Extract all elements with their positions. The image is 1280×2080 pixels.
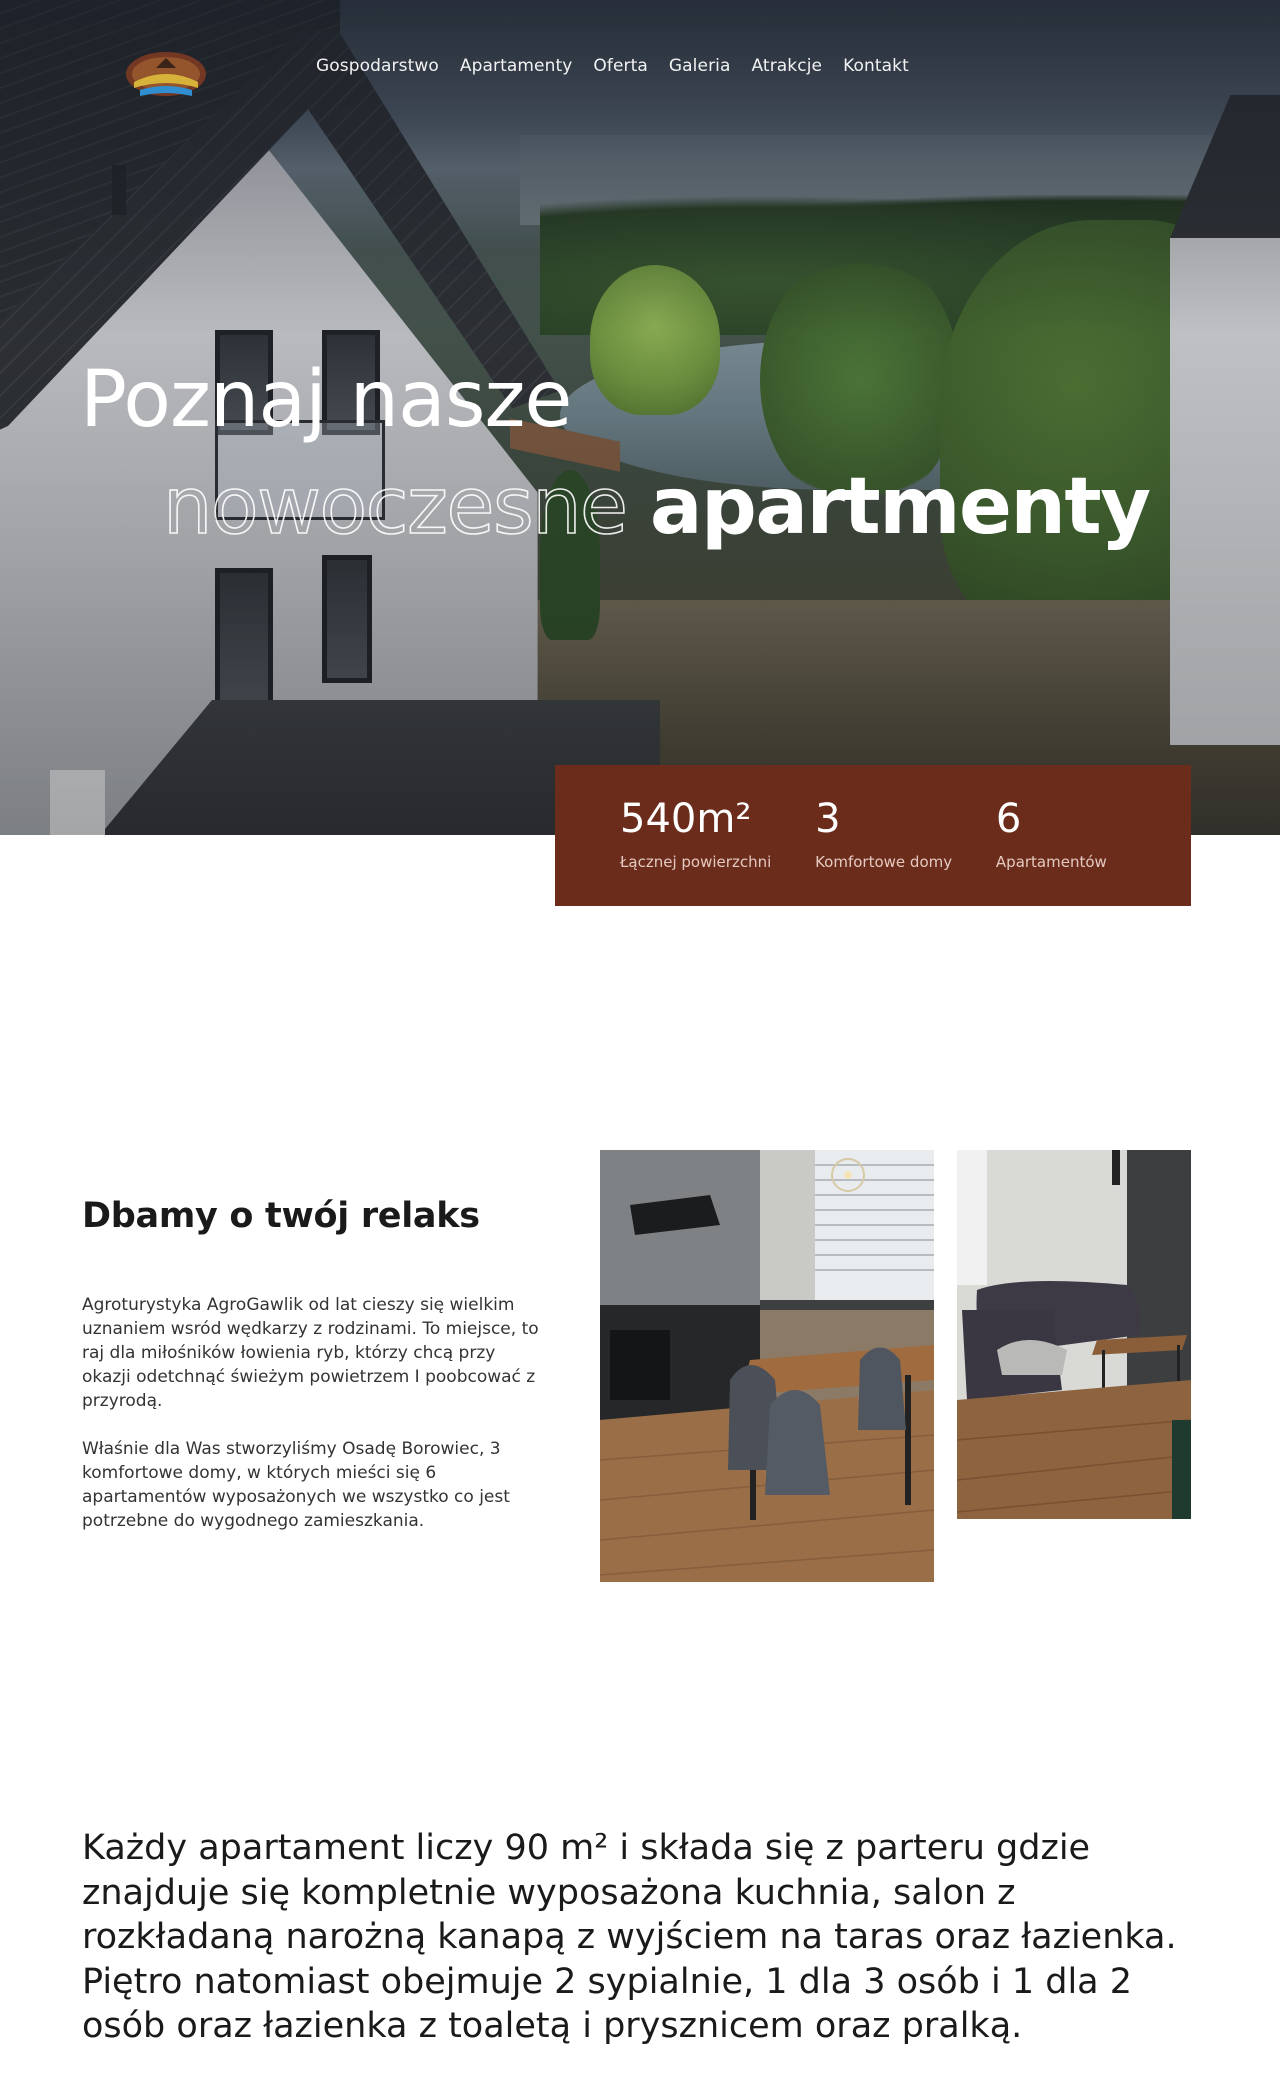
nav-link-galeria[interactable]: Galeria	[669, 56, 731, 76]
living-room-photo	[957, 1150, 1191, 1519]
stat-apartments: 6 Apartamentów	[996, 797, 1191, 906]
about-paragraph: Właśnie dla Was stworzyliśmy Osadę Borow…	[82, 1439, 510, 1531]
hero-section: Gospodarstwo Apartamenty Oferta Galeria …	[0, 0, 1280, 835]
stat-houses: 3 Komfortowe domy	[815, 797, 996, 906]
agrogawlik-logo-icon	[126, 52, 206, 96]
stat-value: 540m²	[620, 796, 752, 842]
nav-link-apartamenty[interactable]: Apartamenty	[460, 56, 573, 76]
stat-label: Apartamentów	[995, 853, 1107, 871]
kitchen-dining-photo	[600, 1150, 934, 1582]
stat-label: Komfortowe domy	[815, 853, 953, 871]
nav-link-kontakt[interactable]: Kontakt	[843, 56, 909, 76]
hero-title-line2: nowoczesne apartmenty	[162, 461, 1151, 553]
living-room-image	[957, 1150, 1191, 1519]
stat-value: 6	[995, 796, 1022, 842]
hero-title-line1: Poznaj nasze	[80, 355, 572, 445]
stat-value: 3	[815, 796, 841, 842]
hero-title-bold-word: apartmenty	[649, 462, 1151, 552]
nav-link-atrakcje[interactable]: Atrakcje	[752, 56, 823, 76]
site-logo[interactable]	[120, 38, 212, 104]
about-paragraph: Agroturystyka AgroGawlik od lat cieszy s…	[82, 1295, 539, 1411]
stats-panel: 540m² Łącznej powierzchni 3 Komfortowe d…	[555, 765, 1191, 906]
nav-link-gospodarstwo[interactable]: Gospodarstwo	[316, 56, 439, 76]
stat-label: Łącznej powierzchni	[620, 853, 772, 871]
about-text: Agroturystyka AgroGawlik od lat cieszy s…	[82, 1293, 542, 1533]
hero-title-outline-word: nowoczesne	[162, 461, 629, 553]
about-title: Dbamy o twój relaks	[82, 1196, 480, 1236]
main-nav: Gospodarstwo Apartamenty Oferta Galeria …	[316, 56, 909, 76]
apartment-description: Każdy apartament liczy 90 m² i składa si…	[82, 1828, 1177, 2046]
stat-area: 540m² Łącznej powierzchni	[620, 797, 815, 906]
kitchen-dining-image	[600, 1150, 934, 1582]
nav-link-oferta[interactable]: Oferta	[593, 56, 648, 76]
